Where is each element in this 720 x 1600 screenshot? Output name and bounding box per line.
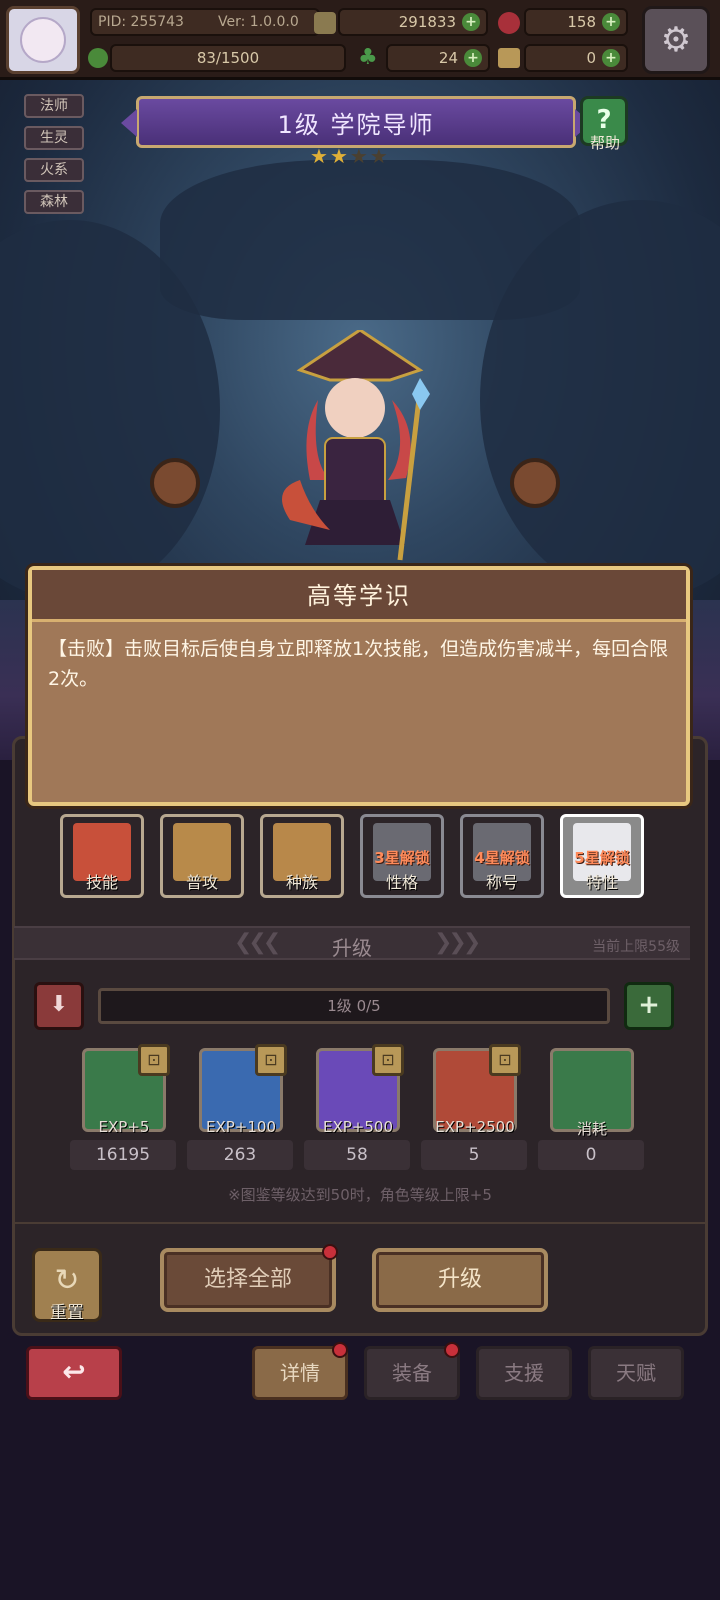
- add-hammers-icon[interactable]: +: [602, 49, 620, 67]
- plus-icon: +: [638, 990, 660, 1020]
- lock-badge-icon: ⊡: [255, 1044, 287, 1076]
- coins-display: 291833 +: [338, 8, 488, 36]
- settings-button[interactable]: ⚙: [642, 6, 710, 74]
- version-text: Ver: 1.0.0.0: [218, 14, 299, 30]
- divider: [12, 1222, 708, 1224]
- clover-icon: ♣: [358, 45, 378, 70]
- star-icon-empty: ★: [369, 144, 388, 168]
- notification-dot: [444, 1342, 460, 1358]
- lock-badge-icon: ⊡: [372, 1044, 404, 1076]
- pid-version-row: PID: 255743 Ver: 1.0.0.0: [90, 8, 320, 36]
- top-status-bar: PID: 255743 Ver: 1.0.0.0 291833 + 158 + …: [0, 0, 720, 80]
- exp-item[interactable]: ⊡ EXP+5 16195: [70, 1044, 178, 1170]
- upgrade-button[interactable]: 升级: [372, 1248, 548, 1312]
- lock-text: 4星解锁: [474, 849, 530, 867]
- hero-title: 1级 学院导师: [277, 110, 435, 139]
- down-icon: ⬇: [49, 992, 69, 1017]
- hero-title-banner: 1级 学院导师: [121, 96, 591, 148]
- chevron-right-icon: ❯❯❯: [434, 930, 481, 955]
- tab-skill[interactable]: 技能: [60, 814, 144, 898]
- reset-label: 重置: [50, 1303, 84, 1323]
- tag-class: 法师: [24, 94, 84, 118]
- exp-items-row: ⊡ EXP+5 16195 ⊡ EXP+100 263 ⊡ EXP+500 58…: [70, 1044, 646, 1170]
- tab-trait[interactable]: 5星解锁 特性: [560, 814, 644, 898]
- item-count: 58: [304, 1140, 410, 1170]
- hammers-display: 0 +: [524, 44, 628, 72]
- notification-dot: [322, 1244, 338, 1260]
- hammers-value: 0: [586, 49, 596, 67]
- lock-badge-icon: ⊡: [138, 1044, 170, 1076]
- question-icon: ?: [596, 105, 612, 135]
- gear-icon: ⚙: [660, 20, 692, 60]
- help-label: 帮助: [589, 134, 620, 152]
- gem-icon: [498, 12, 520, 34]
- level-progress-text: 1级 0/5: [327, 997, 381, 1015]
- stamina-icon: [88, 48, 108, 68]
- level-progress-bar: 1级 0/5: [98, 988, 610, 1024]
- coin-icon: [314, 12, 336, 34]
- trait-tooltip: 高等学识 【击败】击败目标后使自身立即释放1次技能，但造成伤害减半，每回合限2次…: [28, 566, 690, 806]
- add-gems-icon[interactable]: +: [602, 13, 620, 31]
- decrease-level-button[interactable]: ⬇: [34, 982, 84, 1030]
- level-cap-text: 当前上限55级: [592, 939, 680, 955]
- add-coins-icon[interactable]: +: [462, 13, 480, 31]
- back-arrow-icon: ↩: [62, 1355, 86, 1388]
- nav-talent[interactable]: 天赋: [588, 1346, 684, 1400]
- tooltip-description: 【击败】击败目标后使自身立即释放1次技能，但造成伤害减半，每回合限2次。: [48, 638, 669, 690]
- star-icon-empty: ★: [349, 144, 368, 168]
- notification-dot: [332, 1342, 348, 1358]
- consume-item[interactable]: 消耗 0: [538, 1044, 646, 1170]
- exp-item[interactable]: ⊡ EXP+100 263: [187, 1044, 295, 1170]
- star-icon: ★: [329, 144, 348, 168]
- attribute-tabs: 技能 普攻 种族 3星解锁 性格 4星解锁 称号 5星解锁 特性: [60, 814, 644, 898]
- lock-text: 3星解锁: [374, 849, 430, 867]
- gems-display: 158 +: [524, 8, 628, 36]
- prev-hero-button[interactable]: [150, 458, 200, 508]
- exp-item[interactable]: ⊡ EXP+2500 5: [421, 1044, 529, 1170]
- tab-title[interactable]: 4星解锁 称号: [460, 814, 544, 898]
- player-avatar[interactable]: [6, 6, 80, 74]
- tab-personality[interactable]: 3星解锁 性格: [360, 814, 444, 898]
- gems-value: 158: [567, 13, 596, 31]
- item-count: 5: [421, 1140, 527, 1170]
- lock-text: 5星解锁: [574, 849, 630, 867]
- tag-race: 生灵: [24, 126, 84, 150]
- tooltip-title: 高等学识: [32, 570, 686, 622]
- level-cap-note: ※图鉴等级达到50时，角色等级上限+5: [228, 1186, 492, 1204]
- back-button[interactable]: ↩: [26, 1346, 122, 1400]
- item-count: 263: [187, 1140, 293, 1170]
- exp-item[interactable]: ⊡ EXP+500 58: [304, 1044, 412, 1170]
- clovers-value: 24: [438, 49, 458, 67]
- stamina-bar: 83/1500: [110, 44, 346, 72]
- tab-basic-attack[interactable]: 普攻: [160, 814, 244, 898]
- stamina-value: 83/1500: [196, 49, 260, 67]
- tag-faction: 森林: [24, 190, 84, 214]
- refresh-icon: ↻: [54, 1263, 80, 1298]
- select-all-button[interactable]: 选择全部: [160, 1248, 336, 1312]
- clovers-display: 24 +: [386, 44, 490, 72]
- increase-level-button[interactable]: +: [624, 982, 674, 1030]
- hero-character-sprite: [282, 330, 430, 561]
- upgrade-section-header: ❮❮❮ 升级 ❯❯❯ 当前上限55级: [14, 926, 690, 960]
- star-rating: ★ ★ ★ ★: [310, 146, 388, 166]
- next-hero-button[interactable]: [510, 458, 560, 508]
- tab-race[interactable]: 种族: [260, 814, 344, 898]
- item-count: 0: [538, 1140, 644, 1170]
- pid-text: PID: 255743: [98, 14, 184, 30]
- add-clovers-icon[interactable]: +: [464, 49, 482, 67]
- lock-badge-icon: ⊡: [489, 1044, 521, 1076]
- section-title: 升级: [332, 936, 372, 960]
- item-count: 16195: [70, 1140, 176, 1170]
- star-icon: ★: [310, 144, 328, 168]
- hammer-icon: [498, 48, 520, 68]
- nav-support[interactable]: 支援: [476, 1346, 572, 1400]
- tag-element: 火系: [24, 158, 84, 182]
- coins-value: 291833: [398, 13, 456, 31]
